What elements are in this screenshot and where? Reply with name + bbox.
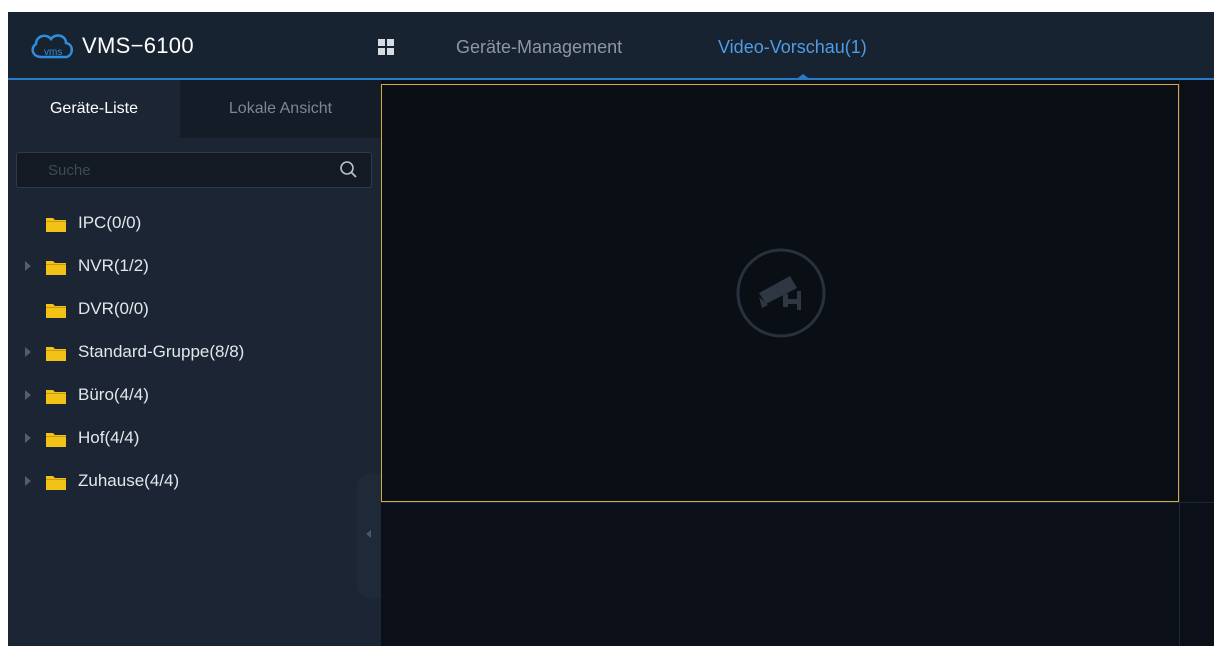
expand-arrow-icon[interactable] — [25, 347, 31, 357]
expand-arrow-icon[interactable] — [25, 476, 31, 486]
folder-icon — [46, 261, 66, 275]
search-box — [16, 152, 372, 188]
folder-icon — [46, 390, 66, 404]
grid-menu-icon[interactable] — [378, 39, 394, 55]
tab-local-view[interactable]: Lokale Ansicht — [180, 80, 381, 138]
vms-app-window: vms VMS−6100 Geräte-Management Video-Vor… — [8, 12, 1214, 646]
expand-arrow-icon[interactable] — [25, 261, 31, 271]
tree-item-ipc[interactable]: IPC(0/0) — [8, 204, 381, 244]
camera-placeholder-icon — [736, 248, 826, 338]
video-pane-selected[interactable] — [381, 84, 1179, 502]
tab-device-list[interactable]: Geräte-Liste — [8, 80, 180, 138]
top-navigation-bar: vms VMS−6100 Geräte-Management Video-Vor… — [8, 12, 1214, 80]
expand-arrow-icon[interactable] — [25, 390, 31, 400]
sidebar-collapse-handle[interactable] — [357, 474, 381, 598]
vms-logo: vms — [31, 34, 73, 59]
tree-item-label: Büro(4/4) — [78, 385, 149, 404]
video-pane[interactable] — [1180, 84, 1214, 502]
logo-text: vms — [44, 47, 62, 58]
tree-item-label: IPC(0/0) — [78, 213, 142, 232]
tab-video-preview[interactable]: Video-Vorschau(1) — [718, 37, 867, 58]
tab-device-management[interactable]: Geräte-Management — [456, 37, 622, 58]
tree-item-label: NVR(1/2) — [78, 256, 149, 275]
expand-arrow-icon[interactable] — [25, 433, 31, 443]
tree-item-zuhause[interactable]: Zuhause(4/4) — [8, 462, 381, 502]
device-sidebar: Geräte-Liste Lokale Ansicht IPC(0/0) NVR… — [8, 80, 381, 646]
tree-item-label: Standard-Gruppe(8/8) — [78, 342, 245, 361]
tree-item-label: Hof(4/4) — [78, 428, 140, 447]
folder-icon — [46, 476, 66, 490]
tree-item-buero[interactable]: Büro(4/4) — [8, 376, 381, 416]
folder-icon — [46, 304, 66, 318]
folder-icon — [46, 347, 66, 361]
search-input[interactable] — [18, 154, 328, 186]
folder-icon — [46, 218, 66, 232]
search-icon[interactable] — [339, 160, 359, 180]
tree-item-nvr[interactable]: NVR(1/2) — [8, 247, 381, 287]
tree-item-label: Zuhause(4/4) — [78, 471, 180, 490]
sidebar-tab-strip: Geräte-Liste Lokale Ansicht — [8, 80, 381, 138]
video-preview-area — [381, 80, 1214, 646]
tree-item-label: DVR(0/0) — [78, 299, 149, 318]
tree-item-dvr[interactable]: DVR(0/0) — [8, 290, 381, 330]
tree-item-hof[interactable]: Hof(4/4) — [8, 419, 381, 459]
collapse-arrow-icon — [366, 530, 371, 538]
video-pane[interactable] — [1180, 503, 1214, 646]
app-title: VMS−6100 — [82, 33, 194, 58]
tree-item-standard-group[interactable]: Standard-Gruppe(8/8) — [8, 333, 381, 373]
video-pane[interactable] — [381, 503, 1179, 646]
folder-icon — [46, 433, 66, 447]
